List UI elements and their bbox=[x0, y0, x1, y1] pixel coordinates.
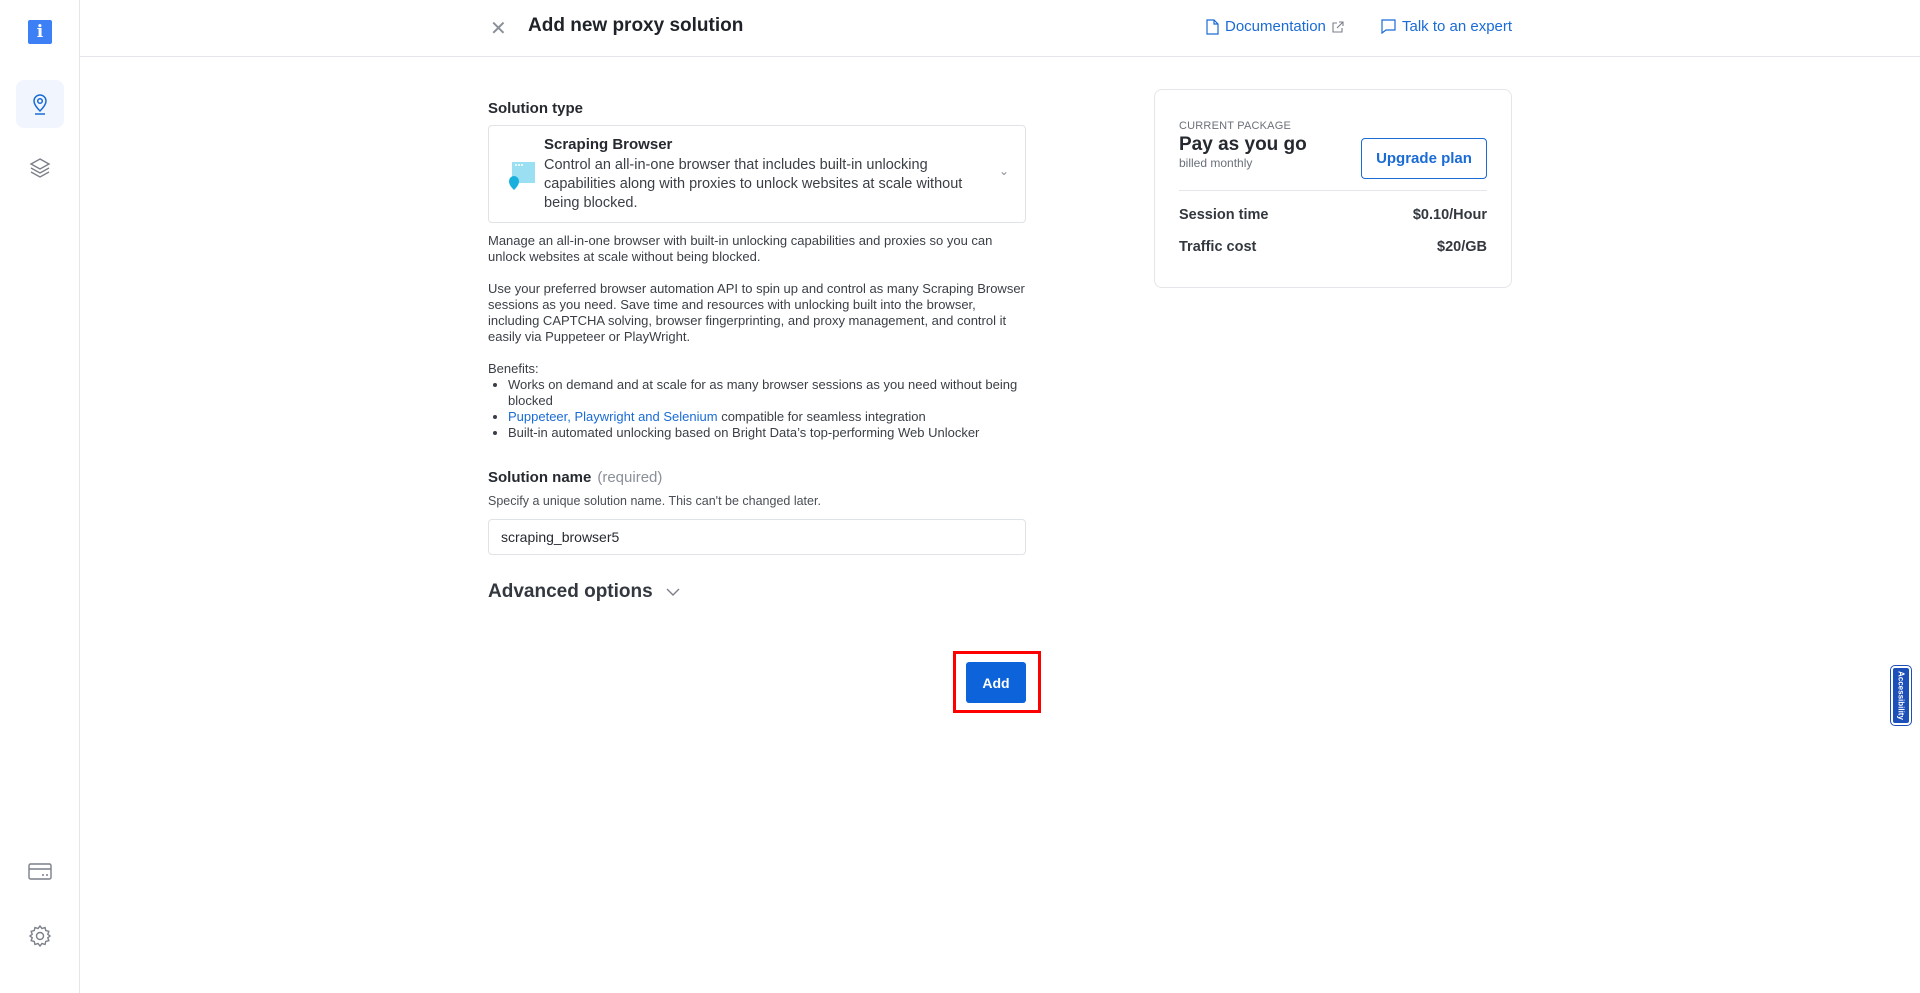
price-value: $20/GB bbox=[1437, 239, 1487, 255]
benefit-item: Built-in automated unlocking based on Br… bbox=[508, 425, 1026, 441]
talk-label: Talk to an expert bbox=[1402, 18, 1513, 35]
sidebar: i bbox=[0, 0, 80, 993]
gear-icon bbox=[28, 924, 52, 948]
talk-to-expert-link[interactable]: Talk to an expert bbox=[1381, 18, 1512, 35]
documentation-label: Documentation bbox=[1225, 18, 1326, 35]
description-paragraph: Use your preferred browser automation AP… bbox=[488, 281, 1025, 344]
benefit-text: compatible for seamless integration bbox=[717, 409, 926, 424]
close-icon[interactable]: ✕ bbox=[490, 16, 507, 41]
solution-name-hint: Specify a unique solution name. This can… bbox=[488, 494, 821, 508]
external-link-icon bbox=[1332, 20, 1344, 33]
solution-type-label: Solution type bbox=[488, 100, 583, 117]
sidebar-item-settings[interactable] bbox=[16, 912, 64, 960]
sidebar-item-products[interactable] bbox=[16, 144, 64, 192]
current-package-card: CURRENT PACKAGE Pay as you go billed mon… bbox=[1154, 89, 1512, 288]
selected-type-description: Control an all-in-one browser that inclu… bbox=[544, 157, 963, 211]
sidebar-item-proxies[interactable] bbox=[16, 80, 64, 128]
selected-type-title: Scraping Browser bbox=[544, 136, 673, 153]
compatibility-link[interactable]: Puppeteer, Playwright and Selenium bbox=[508, 409, 718, 424]
price-row: Traffic cost $20/GB bbox=[1179, 239, 1487, 255]
solution-name-label: Solution name (required) bbox=[488, 469, 1026, 486]
price-label: Session time bbox=[1179, 207, 1269, 223]
divider bbox=[1179, 190, 1487, 191]
chevron-down-icon bbox=[666, 588, 680, 596]
description-paragraph: Manage an all-in-one browser with built-… bbox=[488, 233, 993, 264]
price-value: $0.10/Hour bbox=[1412, 207, 1487, 223]
upgrade-plan-button[interactable]: Upgrade plan bbox=[1361, 138, 1487, 179]
solution-type-select[interactable]: Scraping Browser Control an all-in-one b… bbox=[488, 125, 1026, 223]
header bbox=[80, 0, 1920, 57]
location-pin-icon bbox=[33, 94, 47, 115]
accessibility-button[interactable]: Accessibility bbox=[1890, 665, 1912, 726]
page-title: Add new proxy solution bbox=[528, 15, 744, 36]
proxy-form: Solution type Scraping Browser Control a… bbox=[488, 100, 1026, 603]
scraping-browser-icon bbox=[509, 162, 535, 190]
documentation-link[interactable]: Documentation bbox=[1206, 18, 1344, 35]
benefits-list: Works on demand and at scale for as many… bbox=[508, 377, 1026, 441]
billing-card-icon bbox=[28, 863, 52, 880]
price-label: Traffic cost bbox=[1179, 239, 1257, 255]
advanced-options-toggle[interactable]: Advanced options bbox=[488, 581, 1026, 603]
solution-name-input[interactable] bbox=[488, 519, 1026, 555]
benefit-item: Works on demand and at scale for as many… bbox=[508, 377, 1026, 409]
chat-icon bbox=[1381, 19, 1396, 34]
package-label: CURRENT PACKAGE bbox=[1179, 120, 1292, 132]
chevron-down-icon: ⌄ bbox=[998, 164, 1009, 178]
add-button[interactable]: Add bbox=[966, 662, 1026, 703]
layers-icon bbox=[29, 158, 51, 178]
logo[interactable]: i bbox=[28, 20, 52, 44]
document-icon bbox=[1206, 18, 1219, 35]
price-row: Session time $0.10/Hour bbox=[1179, 207, 1487, 223]
sidebar-item-billing[interactable] bbox=[16, 848, 64, 896]
required-label: (required) bbox=[597, 469, 663, 486]
solution-name-text: Solution name bbox=[488, 469, 592, 486]
benefits-label: Benefits: bbox=[488, 361, 539, 376]
solution-description: Manage an all-in-one browser with built-… bbox=[488, 233, 1026, 441]
benefit-item: Puppeteer, Playwright and Selenium compa… bbox=[508, 409, 1026, 425]
advanced-options-label: Advanced options bbox=[488, 581, 653, 602]
